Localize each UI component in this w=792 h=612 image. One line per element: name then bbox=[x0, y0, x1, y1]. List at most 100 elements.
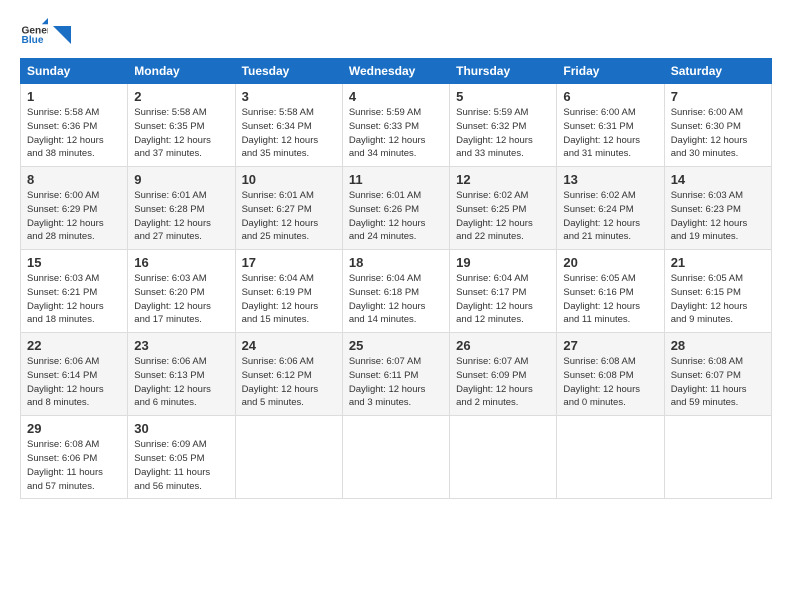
day-info-line: Sunrise: 5:59 AM bbox=[349, 106, 443, 120]
day-number: 5 bbox=[456, 89, 550, 104]
calendar-cell: 1 Sunrise: 5:58 AMSunset: 6:36 PMDaylight… bbox=[21, 84, 128, 167]
day-info-line: Daylight: 11 hours bbox=[27, 466, 121, 480]
day-content: Sunrise: 6:08 AMSunset: 6:08 PMDaylight:… bbox=[563, 355, 657, 410]
calendar-header-row: SundayMondayTuesdayWednesdayThursdayFrid… bbox=[21, 59, 772, 84]
day-info-line: Daylight: 12 hours bbox=[563, 300, 657, 314]
day-content: Sunrise: 6:08 AMSunset: 6:06 PMDaylight:… bbox=[27, 438, 121, 493]
day-info-line: Sunset: 6:15 PM bbox=[671, 286, 765, 300]
day-info-line: Daylight: 12 hours bbox=[671, 134, 765, 148]
day-number: 6 bbox=[563, 89, 657, 104]
weekday-header-saturday: Saturday bbox=[664, 59, 771, 84]
day-info-line: Daylight: 12 hours bbox=[349, 300, 443, 314]
calendar-cell: 2Sunrise: 5:58 AMSunset: 6:35 PMDaylight… bbox=[128, 84, 235, 167]
day-info-line: and 25 minutes. bbox=[242, 230, 336, 244]
day-info-line: and 34 minutes. bbox=[349, 147, 443, 161]
day-content: Sunrise: 6:01 AMSunset: 6:26 PMDaylight:… bbox=[349, 189, 443, 244]
day-number: 23 bbox=[134, 338, 228, 353]
day-info-line: and 27 minutes. bbox=[134, 230, 228, 244]
day-info-line: Sunrise: 6:04 AM bbox=[349, 272, 443, 286]
day-info-line: Daylight: 12 hours bbox=[134, 217, 228, 231]
calendar-cell: 24 Sunrise: 6:06 AMSunset: 6:12 PMDayligh… bbox=[235, 333, 342, 416]
day-number: 10 bbox=[242, 172, 336, 187]
day-number: 14 bbox=[671, 172, 765, 187]
calendar-week-row: 22Sunrise: 6:06 AMSunset: 6:14 PMDayligh… bbox=[21, 333, 772, 416]
day-info-line: Daylight: 12 hours bbox=[134, 383, 228, 397]
day-info-line: and 37 minutes. bbox=[134, 147, 228, 161]
calendar-cell: 21Sunrise: 6:05 AMSunset: 6:15 PMDayligh… bbox=[664, 250, 771, 333]
calendar-cell: 4Sunrise: 5:59 AMSunset: 6:33 PMDaylight… bbox=[342, 84, 449, 167]
calendar-week-row: 15 Sunrise: 6:03 AMSunset: 6:21 PMDayligh… bbox=[21, 250, 772, 333]
calendar-cell: 12Sunrise: 6:02 AMSunset: 6:25 PMDayligh… bbox=[450, 167, 557, 250]
day-content: Sunrise: 5:59 AMSunset: 6:32 PMDaylight:… bbox=[456, 106, 550, 161]
day-content: Sunrise: 6:01 AMSunset: 6:27 PMDaylight:… bbox=[242, 189, 336, 244]
day-info-line: Daylight: 12 hours bbox=[456, 134, 550, 148]
calendar-cell: 25Sunrise: 6:07 AMSunset: 6:11 PMDayligh… bbox=[342, 333, 449, 416]
weekday-header-tuesday: Tuesday bbox=[235, 59, 342, 84]
day-info-line: and 31 minutes. bbox=[563, 147, 657, 161]
svg-text:Blue: Blue bbox=[22, 35, 44, 46]
day-info-line: and 3 minutes. bbox=[349, 396, 443, 410]
day-info-line: Sunset: 6:09 PM bbox=[456, 369, 550, 383]
day-content: Sunrise: 6:03 AMSunset: 6:20 PMDaylight:… bbox=[134, 272, 228, 327]
calendar-cell: 7Sunrise: 6:00 AMSunset: 6:30 PMDaylight… bbox=[664, 84, 771, 167]
day-info-line: Sunrise: 5:58 AM bbox=[242, 106, 336, 120]
day-info-line: and 24 minutes. bbox=[349, 230, 443, 244]
day-info-line: and 12 minutes. bbox=[456, 313, 550, 327]
day-info-line: and 22 minutes. bbox=[456, 230, 550, 244]
day-number: 2 bbox=[134, 89, 228, 104]
calendar-cell: 9Sunrise: 6:01 AMSunset: 6:28 PMDaylight… bbox=[128, 167, 235, 250]
day-number: 24 bbox=[242, 338, 336, 353]
day-content: Sunrise: 6:03 AMSunset: 6:23 PMDaylight:… bbox=[671, 189, 765, 244]
calendar-cell: 10 Sunrise: 6:01 AMSunset: 6:27 PMDayligh… bbox=[235, 167, 342, 250]
day-info-line: Sunset: 6:20 PM bbox=[134, 286, 228, 300]
day-info-line: and 9 minutes. bbox=[671, 313, 765, 327]
day-info-line: Sunset: 6:26 PM bbox=[349, 203, 443, 217]
day-info-line: Daylight: 12 hours bbox=[242, 383, 336, 397]
calendar-cell: 3Sunrise: 5:58 AMSunset: 6:34 PMDaylight… bbox=[235, 84, 342, 167]
calendar-cell: 30Sunrise: 6:09 AMSunset: 6:05 PMDayligh… bbox=[128, 416, 235, 499]
day-info-line: Daylight: 12 hours bbox=[456, 300, 550, 314]
day-content: Sunrise: 6:04 AMSunset: 6:19 PMDaylight:… bbox=[242, 272, 336, 327]
day-info-line: Sunset: 6:07 PM bbox=[671, 369, 765, 383]
day-number: 19 bbox=[456, 255, 550, 270]
day-info-line: Sunset: 6:11 PM bbox=[349, 369, 443, 383]
day-info-line: Sunrise: 6:01 AM bbox=[242, 189, 336, 203]
day-info-line: Sunset: 6:24 PM bbox=[563, 203, 657, 217]
calendar-cell: 20Sunrise: 6:05 AMSunset: 6:16 PMDayligh… bbox=[557, 250, 664, 333]
day-number: 15 bbox=[27, 255, 121, 270]
day-info-line: Sunrise: 6:08 AM bbox=[563, 355, 657, 369]
day-number: 18 bbox=[349, 255, 443, 270]
day-info-line: and 11 minutes. bbox=[563, 313, 657, 327]
calendar-table: SundayMondayTuesdayWednesdayThursdayFrid… bbox=[20, 58, 772, 499]
day-info-line: Sunset: 6:29 PM bbox=[27, 203, 121, 217]
day-content: Sunrise: 6:04 AMSunset: 6:17 PMDaylight:… bbox=[456, 272, 550, 327]
day-info-line: Sunrise: 6:01 AM bbox=[134, 189, 228, 203]
day-info-line: and 6 minutes. bbox=[134, 396, 228, 410]
day-info-line: Sunrise: 6:07 AM bbox=[349, 355, 443, 369]
day-content: Sunrise: 6:00 AMSunset: 6:31 PMDaylight:… bbox=[563, 106, 657, 161]
day-info-line: and 8 minutes. bbox=[27, 396, 121, 410]
day-number: 8 bbox=[27, 172, 121, 187]
day-info-line: Sunset: 6:21 PM bbox=[27, 286, 121, 300]
day-info-line: Sunset: 6:36 PM bbox=[27, 120, 121, 134]
day-info-line: Daylight: 12 hours bbox=[27, 300, 121, 314]
day-info-line: Sunrise: 5:59 AM bbox=[456, 106, 550, 120]
calendar-week-row: 8 Sunrise: 6:00 AMSunset: 6:29 PMDaylight… bbox=[21, 167, 772, 250]
day-info-line: Sunrise: 6:00 AM bbox=[671, 106, 765, 120]
weekday-header-monday: Monday bbox=[128, 59, 235, 84]
day-content: Sunrise: 6:06 AMSunset: 6:12 PMDaylight:… bbox=[242, 355, 336, 410]
day-info-line: and 19 minutes. bbox=[671, 230, 765, 244]
day-info-line: Daylight: 12 hours bbox=[563, 383, 657, 397]
day-info-line: Sunrise: 5:58 AM bbox=[27, 106, 121, 120]
day-content: Sunrise: 6:00 AMSunset: 6:29 PMDaylight:… bbox=[27, 189, 121, 244]
day-info-line: Daylight: 12 hours bbox=[242, 300, 336, 314]
day-info-line: Sunset: 6:23 PM bbox=[671, 203, 765, 217]
day-content: Sunrise: 6:03 AMSunset: 6:21 PMDaylight:… bbox=[27, 272, 121, 327]
day-content: Sunrise: 5:58 AMSunset: 6:36 PMDaylight:… bbox=[27, 106, 121, 161]
day-info-line: Sunrise: 6:06 AM bbox=[134, 355, 228, 369]
day-number: 1 bbox=[27, 89, 121, 104]
day-info-line: Sunrise: 6:01 AM bbox=[349, 189, 443, 203]
day-info-line: Sunset: 6:34 PM bbox=[242, 120, 336, 134]
day-info-line: Sunset: 6:33 PM bbox=[349, 120, 443, 134]
logo-icon: General Blue bbox=[20, 18, 48, 46]
